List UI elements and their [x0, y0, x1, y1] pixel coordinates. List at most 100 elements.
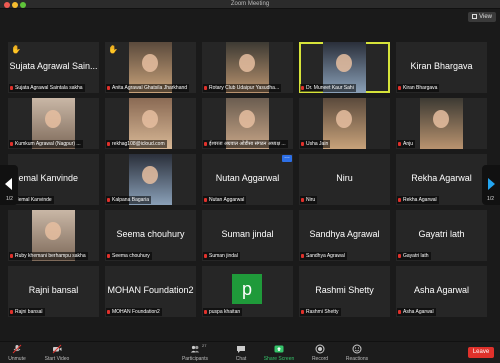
participant-tile[interactable]: Sujata Agrawal Sain... ✋ Sujata Agrawal Sa…	[8, 42, 99, 93]
participant-face	[142, 54, 158, 72]
muted-mic-icon	[398, 309, 401, 314]
participant-tile[interactable]: Rashmi Shetty Rashmi Shetty	[299, 266, 390, 317]
muted-mic-icon	[398, 85, 401, 90]
muted-mic-icon	[10, 85, 13, 90]
participant-name: Kumkum Agrawal (Nagpur) ...	[15, 141, 81, 147]
leave-button[interactable]: Leave	[468, 347, 494, 358]
participant-display-name: Kiran Bhargava	[410, 61, 473, 71]
participant-tile[interactable]: Sandhya Agrawal Sandhya Agrawal	[299, 210, 390, 261]
record-button[interactable]: Record	[309, 344, 331, 362]
muted-mic-icon	[204, 85, 207, 90]
participant-name-label: ईश्वरता अग्रवाल ओडीसा संगठन अध्यक्ष ...	[203, 140, 288, 148]
participants-count: 27	[202, 343, 207, 348]
participant-name-label: Kumkum Agrawal (Nagpur) ...	[9, 140, 83, 148]
participant-tile[interactable]: Dr. Muneet Kaur Sahi	[299, 42, 390, 93]
participant-name-label: Anju	[397, 140, 416, 148]
participant-tile[interactable]: Kalpana Bagaria	[105, 154, 196, 205]
participants-label: Participants	[181, 356, 209, 362]
record-icon	[315, 344, 325, 354]
participant-tile[interactable]: Niru Niru	[299, 154, 390, 205]
muted-mic-icon	[204, 141, 207, 146]
participant-name: puspa khaitan	[209, 309, 241, 315]
participant-tile[interactable]: Hemal Kanvinde Hemal Kanvinde	[8, 154, 99, 205]
participant-name: Niru	[306, 197, 316, 203]
participant-name: Dr. Muneet Kaur Sahi	[306, 85, 354, 91]
participant-tile[interactable]: Seema chouhury Seema chouhury	[105, 210, 196, 261]
participant-display-name: Nutan Aggarwal	[215, 173, 280, 183]
participant-name: Seema chouhury	[112, 253, 150, 259]
more-options-button[interactable]: …	[282, 154, 292, 162]
participant-tile[interactable]: Asha Agarwal Asha Agarwal	[396, 266, 487, 317]
participant-display-name: Hemal Kanvinde	[12, 173, 79, 183]
muted-mic-icon	[107, 253, 110, 258]
muted-mic-icon	[398, 253, 401, 258]
muted-mic-icon	[204, 253, 207, 258]
participant-display-name: Suman jindal	[221, 229, 274, 239]
muted-mic-icon	[107, 309, 110, 314]
top-bar: View	[0, 9, 500, 25]
start-video-label: Start Video	[44, 356, 70, 362]
record-label: Record	[311, 356, 329, 362]
muted-mic-icon	[301, 253, 304, 258]
muted-mic-icon	[10, 141, 13, 146]
participant-display-name: MOHAN Foundation2	[107, 285, 194, 295]
participants-icon	[190, 345, 200, 353]
participant-tile[interactable]: Suman jindal Suman jindal	[202, 210, 293, 261]
participant-tile[interactable]: Rotary Club Udaipur Yasudha...	[202, 42, 293, 93]
participant-face	[239, 110, 255, 128]
muted-mic-icon	[107, 141, 110, 146]
view-button[interactable]: View	[468, 12, 496, 22]
participant-name: rekhag108@icloud.com	[112, 141, 165, 147]
muted-mic-icon	[107, 197, 110, 202]
participants-button[interactable]: Participants	[178, 344, 212, 362]
unmute-button[interactable]: Unmute	[6, 344, 28, 362]
participant-tile[interactable]: Rekha Agarwal Rekha Agarwal	[396, 154, 487, 205]
participant-tile[interactable]: Ruby khemani berhampu sakha	[8, 210, 99, 261]
reactions-icon	[352, 344, 362, 354]
participant-tile[interactable]: Kiran Bhargava Kiran Bhargava	[396, 42, 487, 93]
participant-name-label: Sujata Agrawal Saintala sakha	[9, 84, 85, 92]
participant-name-label: Dr. Muneet Kaur Sahi	[300, 84, 356, 92]
participant-name-label: puspa khaitan	[203, 308, 243, 316]
video-gallery: Sujata Agrawal Sain... ✋ Sujata Agrawal Sa…	[8, 42, 492, 322]
participant-name: Usha Jain	[306, 141, 329, 147]
participant-tile[interactable]: Nutan Aggarwal … Nutan Aggarwal	[202, 154, 293, 205]
participant-name-label: Sandhya Agrawal	[300, 252, 347, 260]
participant-tile[interactable]: Usha Jain	[299, 98, 390, 149]
chat-button[interactable]: Chat	[232, 344, 250, 362]
window-title: Zoom Meeting	[230, 1, 270, 7]
muted-mic-icon	[10, 253, 13, 258]
arrow-right-icon	[488, 178, 495, 190]
participant-tile[interactable]: MOHAN Foundation2 MOHAN Foundation2	[105, 266, 196, 317]
participant-tile[interactable]: rekhag108@icloud.com	[105, 98, 196, 149]
participant-tile[interactable]: Gayatri lath Gayatri lath	[396, 210, 487, 261]
participant-tile[interactable]: Kumkum Agrawal (Nagpur) ...	[8, 98, 99, 149]
participant-name: Anju	[403, 141, 414, 147]
participant-name-label: MOHAN Foundation2	[106, 308, 162, 316]
participant-tile[interactable]: ईश्वरता अग्रवाल ओडीसा संगठन अध्यक्ष ...	[202, 98, 293, 149]
participant-face	[336, 110, 352, 128]
participant-avatar: p	[232, 274, 262, 304]
page-indicator-right: 1/2	[487, 196, 494, 202]
reactions-button[interactable]: Reactions	[343, 344, 371, 362]
participant-name-label: Seema chouhury	[106, 252, 152, 260]
participant-tile[interactable]: ✋ Anita Agrawal Ghatsila Jharkhand	[105, 42, 196, 93]
title-bar: Zoom Meeting	[0, 0, 500, 9]
grid-view-icon	[472, 14, 478, 19]
participant-tile[interactable]: Anju	[396, 98, 487, 149]
participant-tile[interactable]: p puspa khaitan	[202, 266, 293, 317]
start-video-button[interactable]: Start Video	[40, 344, 74, 362]
page-indicator-left: 1/2	[6, 196, 13, 202]
participant-name: Suman jindal	[209, 253, 238, 259]
arrow-left-icon	[5, 178, 12, 190]
zoom-window: Zoom Meeting View Sujata Agrawal Sain...…	[0, 0, 500, 363]
participant-name: Rashmi Shetty	[306, 309, 339, 315]
muted-mic-icon	[204, 197, 207, 202]
participant-face	[142, 166, 158, 184]
participant-name: MOHAN Foundation2	[112, 309, 160, 315]
share-screen-button[interactable]: Share Screen	[260, 344, 298, 362]
participant-face	[142, 110, 158, 128]
participant-display-name: Niru	[336, 173, 353, 183]
participant-tile[interactable]: Rajni bansal Rajni bansal	[8, 266, 99, 317]
participant-name: Anita Agrawal Ghatsila Jharkhand	[112, 85, 188, 91]
